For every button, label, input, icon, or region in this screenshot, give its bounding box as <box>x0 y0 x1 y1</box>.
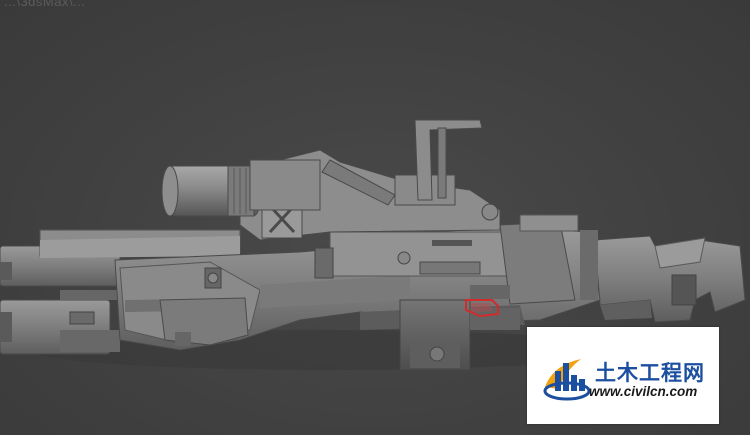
watermark-brand-name: 土木工程网 <box>595 361 705 385</box>
rifle-scope <box>161 159 321 217</box>
rifle-stock <box>594 235 746 323</box>
3d-viewport[interactable]: ...\3dsMax\... 土木工程网 www.civilcn.com <box>0 0 750 435</box>
rifle-foregrip <box>159 297 249 346</box>
bar-chart-logo-icon <box>543 359 591 401</box>
watermark-url: www.civilcn.com <box>589 384 698 399</box>
watermark-logo: 土木工程网 www.civilcn.com <box>527 327 719 424</box>
